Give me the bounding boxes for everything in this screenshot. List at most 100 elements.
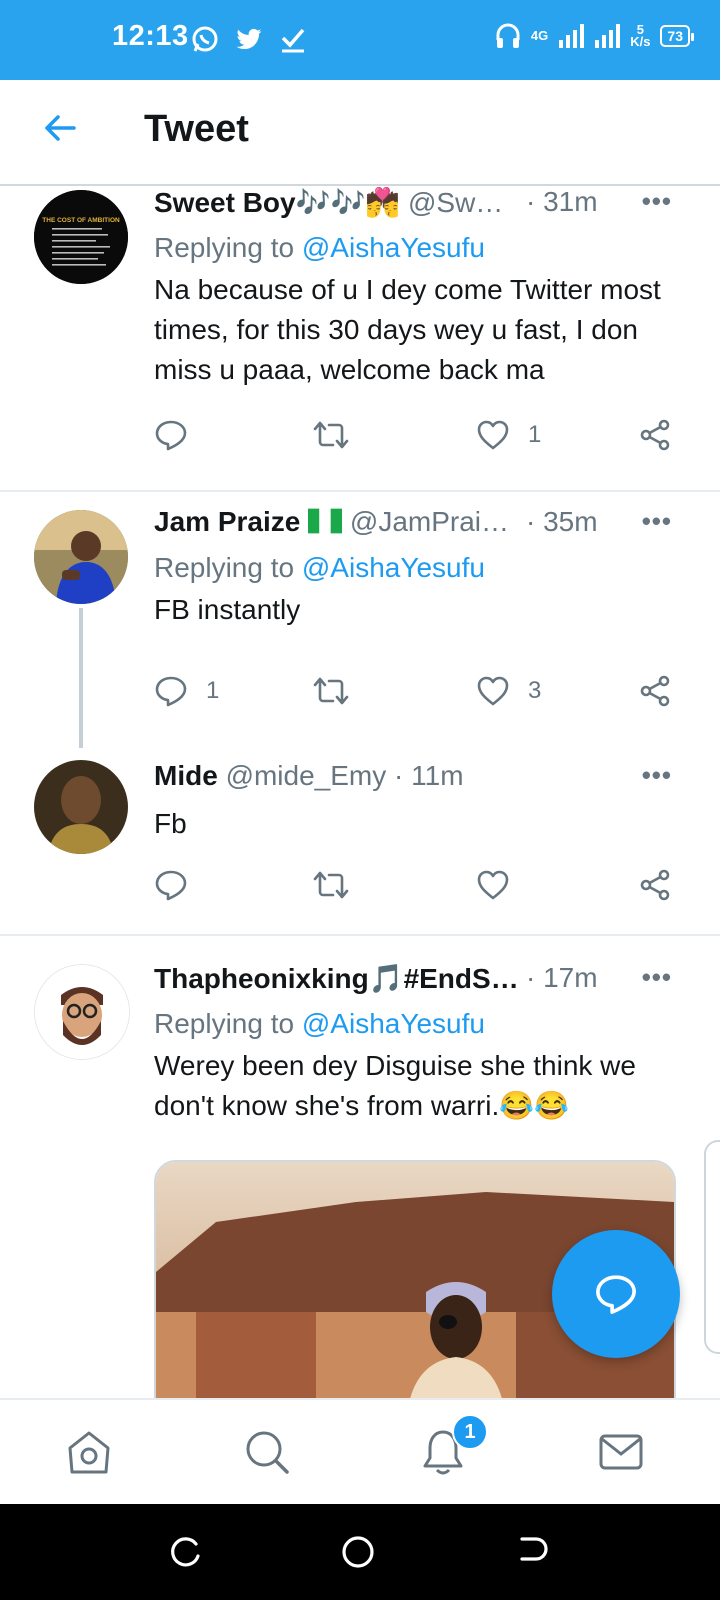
retweet-button[interactable] — [312, 868, 368, 902]
back-arrow-icon[interactable] — [42, 110, 78, 146]
avatar[interactable] — [34, 760, 128, 854]
retweet-button[interactable] — [312, 674, 368, 708]
share-button[interactable] — [638, 418, 672, 452]
back-icon[interactable] — [514, 1534, 550, 1570]
search-icon[interactable] — [244, 1428, 290, 1476]
like-icon — [477, 676, 509, 706]
check-icon — [281, 28, 305, 53]
handle: @JamPrai… — [349, 506, 510, 537]
like-count: 3 — [528, 677, 542, 704]
mention-link[interactable]: @AishaYesufu — [302, 1008, 485, 1039]
replying-to: Replying to @AishaYesufu — [154, 232, 700, 264]
like-button[interactable] — [476, 868, 528, 902]
like-count: 1 — [528, 421, 542, 448]
timestamp: · 31m — [526, 186, 598, 217]
battery-icon: 73 — [660, 25, 694, 47]
side-panel-handle[interactable] — [704, 1140, 720, 1354]
more-icon[interactable]: ••• — [642, 506, 672, 537]
reply-button[interactable] — [154, 418, 206, 452]
notification-badge: 1 — [452, 1414, 488, 1450]
tweet-text: FB instantly — [154, 594, 301, 625]
bottom-navigation: 1 — [0, 1398, 720, 1506]
avatar[interactable]: THE COST OF AMBITION — [34, 190, 128, 284]
system-navigation-bar — [0, 1504, 720, 1600]
avatar-image — [34, 760, 128, 854]
home-button-icon[interactable] — [340, 1534, 376, 1570]
display-name-suffix: #EndS… — [403, 963, 519, 994]
like-button[interactable]: 1 — [476, 418, 541, 452]
name-emoji: 🎵 — [368, 963, 404, 994]
status-bar: 12:13 4G 5 K/s 73 — [0, 0, 720, 80]
tweet-header: Sweet Boy🎶🎶💏 @Sw… · 31m ••• — [154, 186, 700, 220]
timestamp: · 35m — [526, 506, 598, 537]
tweet-text: Fb — [154, 808, 187, 839]
network-type: 4G — [530, 28, 549, 43]
reply-icon — [155, 870, 187, 901]
tweet-content: Thapheonixking🎵#EndS… · 17m ••• Replying… — [154, 962, 700, 1126]
display-name[interactable]: Sweet Boy — [154, 187, 296, 218]
display-name[interactable]: Mide — [154, 760, 218, 791]
mention-link[interactable]: @AishaYesufu — [302, 552, 485, 583]
retweet-icon — [313, 677, 349, 705]
replying-prefix: Replying to — [154, 1008, 302, 1039]
avatar[interactable] — [34, 510, 128, 604]
tweet-content: Sweet Boy🎶🎶💏 @Sw… · 31m ••• Replying to … — [154, 186, 700, 390]
more-icon[interactable]: ••• — [642, 962, 672, 993]
avatar-caption: THE COST OF AMBITION — [42, 217, 120, 224]
signal-icon — [595, 24, 621, 48]
tweet-header: Jam Praize @JamPrai… · 35m ••• — [154, 506, 700, 540]
retweet-icon — [313, 421, 349, 449]
divider — [0, 934, 720, 936]
reply-count: 1 — [206, 677, 220, 704]
tweet-actions: 1 — [154, 418, 694, 458]
more-icon[interactable]: ••• — [642, 186, 672, 217]
compose-reply-button[interactable] — [552, 1230, 680, 1358]
retweet-button[interactable] — [312, 418, 368, 452]
network-speed: 5 K/s — [630, 23, 651, 49]
like-icon — [477, 870, 509, 900]
headset-icon — [496, 23, 520, 48]
whatsapp-icon — [192, 26, 218, 52]
reply-button[interactable] — [154, 868, 206, 902]
mention-link[interactable]: @AishaYesufu — [302, 232, 485, 263]
display-name[interactable]: Jam Praize — [154, 506, 300, 537]
replying-to: Replying to @AishaYesufu — [154, 1008, 700, 1040]
avatar-image — [34, 510, 128, 604]
tweet-text: Na because of u I dey come Twitter most … — [154, 274, 661, 385]
twitter-icon — [236, 28, 262, 50]
home-icon[interactable] — [66, 1428, 112, 1476]
share-icon — [640, 869, 670, 901]
share-icon — [640, 675, 670, 707]
reply-icon — [155, 676, 187, 707]
tweet-actions: 1 3 — [154, 674, 694, 714]
display-name[interactable]: Thapheonixking — [154, 963, 369, 994]
divider — [0, 490, 720, 492]
tweet-content: Mide @mide_Emy · 11m ••• Fb — [154, 760, 700, 844]
status-notification-icons — [190, 24, 308, 54]
avatar[interactable] — [34, 964, 130, 1060]
compose-reply-icon — [596, 1275, 636, 1314]
speed-unit: K/s — [630, 34, 651, 49]
nigeria-flag-icon — [308, 508, 343, 534]
thread-connector — [79, 608, 83, 748]
tweet-header: Mide @mide_Emy · 11m ••• — [154, 760, 700, 794]
tweet-content: Jam Praize @JamPrai… · 35m ••• Replying … — [154, 506, 700, 630]
share-button[interactable] — [638, 674, 672, 708]
like-icon — [477, 420, 509, 450]
reply-button[interactable]: 1 — [154, 674, 219, 708]
share-button[interactable] — [638, 868, 672, 902]
top-app-bar: Tweet — [0, 80, 720, 186]
more-icon[interactable]: ••• — [642, 760, 672, 791]
replying-prefix: Replying to — [154, 232, 302, 263]
like-button[interactable]: 3 — [476, 674, 541, 708]
retweet-icon — [313, 871, 349, 899]
handle: @mide_Emy — [225, 760, 387, 791]
name-emoji: 🎶🎶💏 — [295, 187, 401, 218]
avatar-image — [35, 965, 129, 1059]
messages-icon[interactable] — [598, 1428, 644, 1476]
recents-icon[interactable] — [168, 1534, 204, 1570]
timestamp: · 17m — [526, 962, 598, 993]
handle: @Sw… — [407, 187, 504, 218]
tweet-actions — [154, 868, 694, 908]
share-icon — [640, 419, 670, 451]
